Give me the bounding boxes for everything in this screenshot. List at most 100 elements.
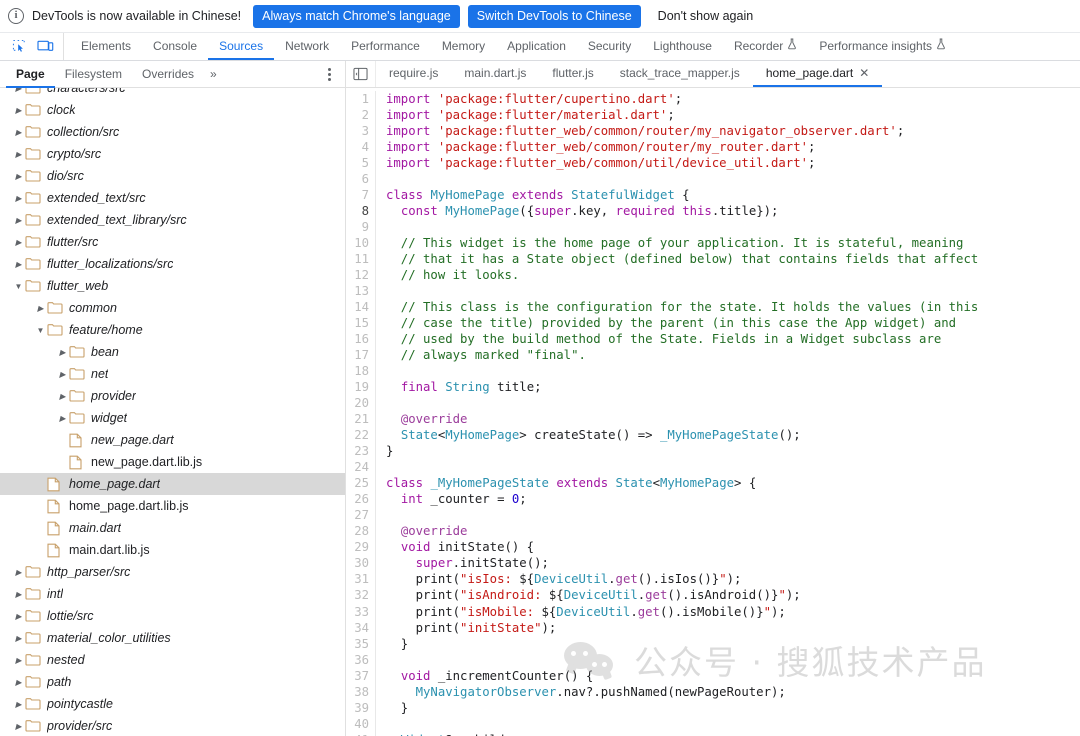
always-match-chrome-language-button[interactable]: Always match Chrome's language — [253, 4, 460, 28]
tree-folder-row[interactable]: clock — [0, 99, 345, 121]
chevron-right-icon[interactable] — [12, 194, 25, 203]
line-number[interactable]: 1 — [346, 91, 369, 107]
tree-folder-row[interactable]: feature/home — [0, 319, 345, 341]
chevron-right-icon[interactable] — [12, 128, 25, 137]
dont-show-again-button[interactable]: Don't show again — [649, 5, 763, 28]
line-number[interactable]: 16 — [346, 331, 369, 347]
tree-file-row[interactable]: main.dart — [0, 517, 345, 539]
tree-folder-row[interactable]: common — [0, 297, 345, 319]
editor-tab-main-dart-js[interactable]: main.dart.js — [451, 61, 539, 87]
chevron-right-icon[interactable] — [12, 634, 25, 643]
tree-folder-row[interactable]: characters/src — [0, 88, 345, 99]
line-number[interactable]: 22 — [346, 427, 369, 443]
line-number[interactable]: 34 — [346, 620, 369, 636]
line-number[interactable]: 40 — [346, 716, 369, 732]
tree-folder-row[interactable]: flutter_localizations/src — [0, 253, 345, 275]
tree-folder-row[interactable]: pointycastle — [0, 693, 345, 715]
inspect-element-icon[interactable] — [7, 36, 31, 58]
chevron-right-icon[interactable] — [12, 722, 25, 731]
line-number[interactable]: 14 — [346, 299, 369, 315]
line-number[interactable]: 15 — [346, 315, 369, 331]
tree-folder-row[interactable]: bean — [0, 341, 345, 363]
file-tree[interactable]: characters/src clock collection/src crypto/… — [0, 88, 345, 736]
editor-tab-home-page-dart[interactable]: home_page.dart ✕ — [752, 61, 883, 87]
editor-tab-require-js[interactable]: require.js — [376, 61, 451, 87]
tab-console[interactable]: Console — [142, 33, 208, 60]
chevron-right-icon[interactable] — [12, 656, 25, 665]
chevron-right-icon[interactable] — [12, 568, 25, 577]
line-number[interactable]: 24 — [346, 459, 369, 475]
chevron-right-icon[interactable] — [12, 260, 25, 269]
chevron-right-icon[interactable] — [34, 304, 47, 313]
tab-elements[interactable]: Elements — [70, 33, 142, 60]
line-number[interactable]: 3 — [346, 123, 369, 139]
line-number[interactable]: 5 — [346, 155, 369, 171]
tree-folder-row[interactable]: flutter/src — [0, 231, 345, 253]
tree-folder-row[interactable]: widget — [0, 407, 345, 429]
tree-folder-row[interactable]: intl — [0, 583, 345, 605]
tree-file-row[interactable]: home_page.dart — [0, 473, 345, 495]
show-navigator-icon[interactable] — [346, 61, 376, 87]
chevron-right-icon[interactable] — [12, 88, 25, 93]
tab-network[interactable]: Network — [274, 33, 340, 60]
line-number[interactable]: 30 — [346, 555, 369, 571]
tab-memory[interactable]: Memory — [431, 33, 496, 60]
line-number[interactable]: 4 — [346, 139, 369, 155]
navigator-tab-filesystem[interactable]: Filesystem — [55, 61, 132, 88]
line-number[interactable]: 2 — [346, 107, 369, 123]
line-number[interactable]: 38 — [346, 684, 369, 700]
navigator-more-tabs-button[interactable]: » — [204, 67, 223, 81]
line-number[interactable]: 28 — [346, 523, 369, 539]
line-number[interactable]: 21 — [346, 411, 369, 427]
tree-folder-row[interactable]: flutter_web — [0, 275, 345, 297]
tab-security[interactable]: Security — [577, 33, 642, 60]
chevron-down-icon[interactable] — [34, 326, 47, 335]
tab-application[interactable]: Application — [496, 33, 577, 60]
editor-tab-stack-trace-mapper-js[interactable]: stack_trace_mapper.js — [607, 61, 753, 87]
tree-folder-row[interactable]: provider — [0, 385, 345, 407]
chevron-right-icon[interactable] — [12, 106, 25, 115]
tree-file-row[interactable]: home_page.dart.lib.js — [0, 495, 345, 517]
line-number[interactable]: 13 — [346, 283, 369, 299]
line-number[interactable]: 39 — [346, 700, 369, 716]
chevron-down-icon[interactable] — [12, 282, 25, 291]
line-number[interactable]: 41 — [346, 732, 369, 736]
tree-folder-row[interactable]: net — [0, 363, 345, 385]
line-number[interactable]: 29 — [346, 539, 369, 555]
line-number[interactable]: 35 — [346, 636, 369, 652]
chevron-right-icon[interactable] — [12, 700, 25, 709]
tree-file-row[interactable]: main.dart.lib.js — [0, 539, 345, 561]
chevron-right-icon[interactable] — [56, 370, 69, 379]
chevron-right-icon[interactable] — [12, 150, 25, 159]
chevron-right-icon[interactable] — [12, 612, 25, 621]
line-number[interactable]: 23 — [346, 443, 369, 459]
tab-performance[interactable]: Performance — [340, 33, 431, 60]
tab-sources[interactable]: Sources — [208, 33, 275, 60]
code-editor[interactable]: 1 2 3 4 5 6 7 8 9 10 11 12 13 14 15 16 17 18 19 20 21 22 23 24 2… — [346, 88, 1080, 736]
line-number[interactable]: 10 — [346, 235, 369, 251]
more-options-icon[interactable] — [321, 64, 337, 84]
chevron-right-icon[interactable] — [56, 414, 69, 423]
chevron-right-icon[interactable] — [12, 216, 25, 225]
device-toolbar-icon[interactable] — [33, 36, 57, 58]
line-number[interactable]: 6 — [346, 171, 369, 187]
line-number[interactable]: 27 — [346, 507, 369, 523]
line-number[interactable]: 25 — [346, 475, 369, 491]
switch-devtools-to-chinese-button[interactable]: Switch DevTools to Chinese — [467, 4, 641, 28]
tree-folder-row[interactable]: http_parser/src — [0, 561, 345, 583]
chevron-right-icon[interactable] — [56, 392, 69, 401]
tab-performance-insights[interactable]: Performance insights — [808, 33, 957, 60]
navigator-tab-overrides[interactable]: Overrides — [132, 61, 204, 88]
line-number[interactable]: 11 — [346, 251, 369, 267]
line-number[interactable]: 9 — [346, 219, 369, 235]
line-number[interactable]: 32 — [346, 587, 369, 603]
tree-file-row[interactable]: new_page.dart — [0, 429, 345, 451]
line-number[interactable]: 20 — [346, 395, 369, 411]
line-number[interactable]: 26 — [346, 491, 369, 507]
tree-folder-row[interactable]: crypto/src — [0, 143, 345, 165]
chevron-right-icon[interactable] — [12, 172, 25, 181]
chevron-right-icon[interactable] — [56, 348, 69, 357]
tree-folder-row[interactable]: extended_text/src — [0, 187, 345, 209]
line-number[interactable]: 36 — [346, 652, 369, 668]
tree-folder-row[interactable]: provider/src — [0, 715, 345, 736]
